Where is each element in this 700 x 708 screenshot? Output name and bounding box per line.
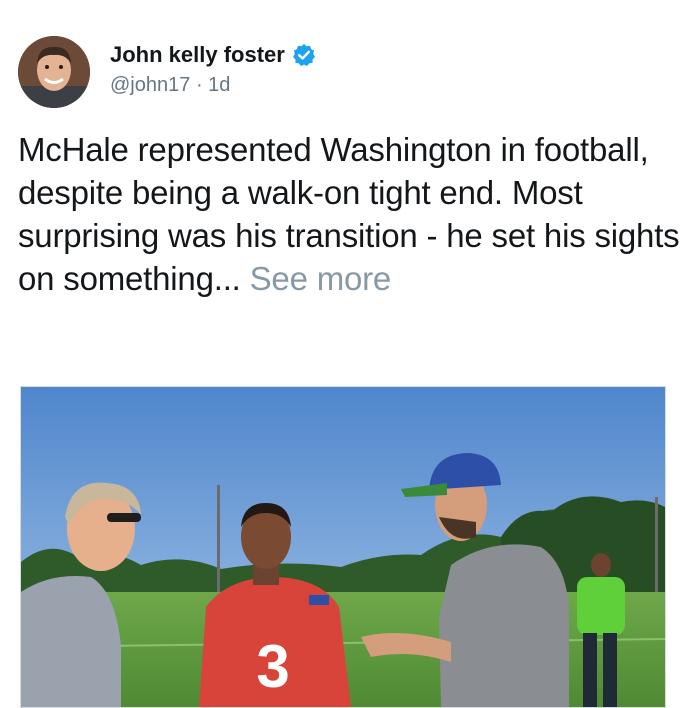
tweet-meta: @john17 · 1d: [110, 74, 230, 97]
verified-badge-icon: [292, 43, 316, 67]
meta-separator: ·: [195, 74, 203, 97]
tweet-photo[interactable]: 3: [20, 386, 666, 708]
tweet-body: McHale represented Washington in footbal…: [18, 128, 686, 300]
tweet-header: John kelly foster @john17 · 1d: [18, 36, 682, 112]
jersey-number: 3: [256, 633, 289, 700]
see-more-link[interactable]: See more: [250, 260, 392, 297]
author-handle[interactable]: @john17: [110, 74, 190, 96]
profile-photo-icon: [18, 36, 90, 108]
photo-image: 3: [21, 387, 665, 707]
author-avatar[interactable]: [18, 36, 90, 108]
author-display-name[interactable]: John kelly foster: [110, 42, 285, 68]
tweet-age[interactable]: 1d: [208, 74, 230, 96]
